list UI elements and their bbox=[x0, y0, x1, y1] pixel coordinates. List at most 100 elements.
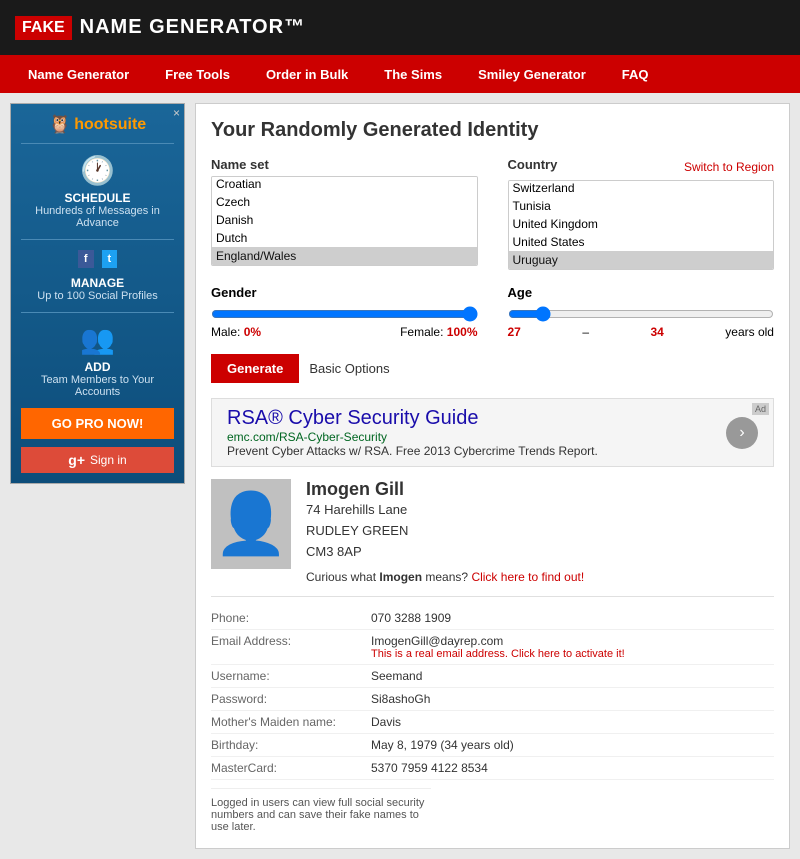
divider3 bbox=[21, 312, 174, 313]
generate-button[interactable]: Generate bbox=[211, 354, 299, 383]
birthday-row: Birthday: May 8, 1979 (34 years old) bbox=[211, 734, 774, 757]
option-uruguay: Uruguay bbox=[509, 251, 774, 269]
mastercard-row: MasterCard: 5370 7959 4122 8534 bbox=[211, 757, 774, 780]
name-meaning-link[interactable]: Click here to find out! bbox=[471, 570, 584, 584]
password-label: Password: bbox=[211, 692, 371, 706]
avatar: 👤 bbox=[211, 479, 291, 569]
ad-box: × 🦉 hootsuite 🕐 SCHEDULE Hundreds of Mes… bbox=[10, 103, 185, 484]
phone-label: Phone: bbox=[211, 611, 371, 625]
address-line1: 74 Harehills Lane bbox=[306, 500, 774, 521]
schedule-section: 🕐 SCHEDULE Hundreds of Messages in Advan… bbox=[21, 154, 174, 229]
profile-info: Imogen Gill 74 Harehills Lane RUDLEY GRE… bbox=[306, 479, 774, 584]
age-separator: – bbox=[582, 325, 589, 339]
add-desc: Team Members to Your Accounts bbox=[21, 374, 174, 398]
twitter-icon: t bbox=[102, 250, 118, 268]
email-activate-link[interactable]: This is a real email address. Click here… bbox=[371, 648, 625, 660]
google-signin-button[interactable]: g+ Sign in bbox=[21, 447, 174, 473]
button-row: Generate Basic Options bbox=[211, 354, 774, 383]
slider-row: Gender Male: 0% Female: 100% Age 27 – 34… bbox=[211, 285, 774, 339]
country-select[interactable]: Switzerland Tunisia United Kingdom Unite… bbox=[508, 180, 775, 270]
username-label: Username: bbox=[211, 669, 371, 683]
add-title: ADD bbox=[21, 360, 174, 374]
name-set-select[interactable]: Croatian Czech Danish Dutch England/Wale… bbox=[211, 176, 478, 266]
site-header: FAKE NAME GENERATOR™ bbox=[0, 0, 800, 55]
switch-to-region-link[interactable]: Switch to Region bbox=[684, 160, 774, 174]
option-england-wales: England/Wales bbox=[212, 247, 477, 265]
hootsuite-logo: 🦉 hootsuite bbox=[21, 114, 174, 135]
profile-section: 👤 Imogen Gill 74 Harehills Lane RUDLEY G… bbox=[211, 479, 774, 584]
main-content: × 🦉 hootsuite 🕐 SCHEDULE Hundreds of Mes… bbox=[0, 93, 800, 859]
country-label-row: Country Switch to Region bbox=[508, 157, 775, 176]
age-values: 27 – 34 years old bbox=[508, 325, 775, 339]
option-danish: Danish bbox=[212, 211, 477, 229]
username-value: Seemand bbox=[371, 669, 422, 683]
birthday-value: May 8, 1979 (34 years old) bbox=[371, 738, 514, 752]
birthday-label: Birthday: bbox=[211, 738, 371, 752]
nav-name-generator[interactable]: Name Generator bbox=[10, 55, 147, 93]
owl-icon: 🦉 bbox=[49, 114, 71, 135]
age-min-value: 27 bbox=[508, 325, 521, 339]
clock-icon: 🕐 bbox=[21, 154, 174, 187]
schedule-title: SCHEDULE bbox=[21, 191, 174, 205]
ad-url: emc.com/RSA-Cyber-Security bbox=[227, 430, 716, 444]
email-value: ImogenGill@dayrep.com This is a real ema… bbox=[371, 634, 625, 660]
form-row-top: Name set Croatian Czech Danish Dutch Eng… bbox=[211, 157, 774, 270]
nav-faq[interactable]: FAQ bbox=[604, 55, 667, 93]
option-uk: United Kingdom bbox=[509, 215, 774, 233]
option-dutch: Dutch bbox=[212, 229, 477, 247]
site-logo: FAKE NAME GENERATOR™ bbox=[15, 16, 305, 40]
option-switzerland: Switzerland bbox=[509, 180, 774, 197]
sidebar-ad: × 🦉 hootsuite 🕐 SCHEDULE Hundreds of Mes… bbox=[10, 103, 185, 849]
name-set-group: Name set Croatian Czech Danish Dutch Eng… bbox=[211, 157, 478, 270]
main-nav: Name Generator Free Tools Order in Bulk … bbox=[0, 55, 800, 93]
password-row: Password: Si8ashoGh bbox=[211, 688, 774, 711]
option-croatian: Croatian bbox=[212, 176, 477, 193]
name-meaning: Curious what Imogen means? Click here to… bbox=[306, 570, 774, 584]
manage-title: MANAGE bbox=[21, 276, 174, 290]
ad-next-button[interactable]: › bbox=[726, 417, 758, 449]
ad-content: RSA® Cyber Security Guide emc.com/RSA-Cy… bbox=[227, 407, 716, 458]
age-suffix: years old bbox=[725, 325, 774, 339]
age-label: Age bbox=[508, 285, 775, 300]
option-tunisia: Tunisia bbox=[509, 197, 774, 215]
name-set-label: Name set bbox=[211, 157, 478, 172]
address-line2: RUDLEY GREEN bbox=[306, 521, 774, 542]
ad-title[interactable]: RSA® Cyber Security Guide bbox=[227, 407, 716, 430]
maiden-value: Davis bbox=[371, 715, 401, 729]
maiden-label: Mother's Maiden name: bbox=[211, 715, 371, 729]
site-name: NAME GENERATOR™ bbox=[80, 16, 305, 39]
gender-label: Gender bbox=[211, 285, 478, 300]
phone-row: Phone: 070 3288 1909 bbox=[211, 607, 774, 630]
nav-order-bulk[interactable]: Order in Bulk bbox=[248, 55, 366, 93]
age-max-value: 34 bbox=[650, 325, 663, 339]
country-label: Country bbox=[508, 157, 558, 172]
age-group: Age 27 – 34 years old bbox=[508, 285, 775, 339]
gplus-icon: g+ bbox=[68, 452, 85, 468]
divider2 bbox=[21, 239, 174, 240]
maiden-row: Mother's Maiden name: Davis bbox=[211, 711, 774, 734]
close-icon[interactable]: × bbox=[173, 106, 180, 120]
male-label: Male: 0% bbox=[211, 325, 261, 339]
username-row: Username: Seemand bbox=[211, 665, 774, 688]
age-min-slider[interactable] bbox=[508, 306, 775, 322]
country-group: Country Switch to Region Switzerland Tun… bbox=[508, 157, 775, 270]
profile-name: Imogen Gill bbox=[306, 479, 774, 500]
manage-desc: Up to 100 Social Profiles bbox=[21, 290, 174, 302]
profile-address: 74 Harehills Lane RUDLEY GREEN CM3 8AP bbox=[306, 500, 774, 562]
add-section: 👥 ADD Team Members to Your Accounts bbox=[21, 323, 174, 398]
nav-free-tools[interactable]: Free Tools bbox=[147, 55, 248, 93]
schedule-desc: Hundreds of Messages in Advance bbox=[21, 205, 174, 229]
phone-value: 070 3288 1909 bbox=[371, 611, 451, 625]
people-icon: 👥 bbox=[21, 323, 174, 356]
nav-smiley-generator[interactable]: Smiley Generator bbox=[460, 55, 604, 93]
gender-slider[interactable] bbox=[211, 306, 478, 322]
basic-options-button[interactable]: Basic Options bbox=[309, 361, 389, 376]
go-pro-button[interactable]: GO PRO NOW! bbox=[21, 408, 174, 439]
fake-label: FAKE bbox=[15, 16, 72, 40]
ad-badge: Ad bbox=[752, 403, 769, 415]
avatar-silhouette: 👤 bbox=[214, 494, 289, 554]
nav-the-sims[interactable]: The Sims bbox=[366, 55, 460, 93]
page-title: Your Randomly Generated Identity bbox=[211, 119, 774, 142]
address-line3: CM3 8AP bbox=[306, 542, 774, 563]
email-label: Email Address: bbox=[211, 634, 371, 660]
